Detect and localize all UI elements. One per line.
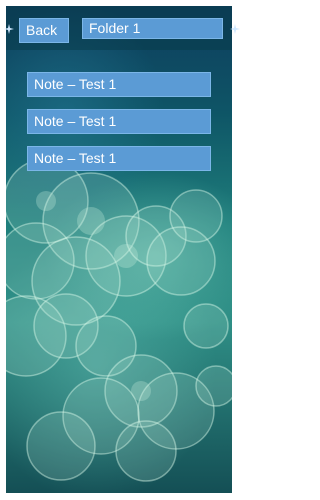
list-item[interactable]: Note – Test 1 (27, 72, 211, 97)
app-window: Back Folder 1 Note – Test 1 Note – Test … (0, 0, 244, 500)
notes-list: Note – Test 1 Note – Test 1 Note – Test … (27, 72, 211, 183)
back-button[interactable]: Back (19, 18, 69, 43)
folder-title: Folder 1 (82, 18, 223, 39)
sparkle-icon (4, 24, 14, 34)
list-item[interactable]: Note – Test 1 (27, 109, 211, 134)
sparkle-icon (230, 24, 240, 34)
list-item[interactable]: Note – Test 1 (27, 146, 211, 171)
